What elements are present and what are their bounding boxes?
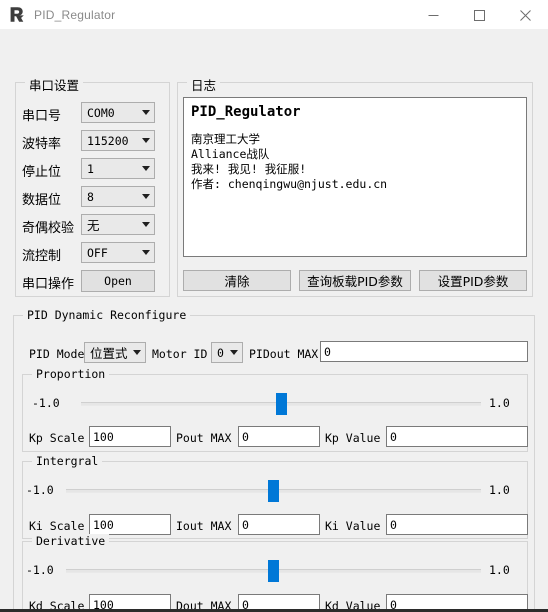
stop-bits-select[interactable]: 1 xyxy=(81,158,155,179)
ki-value-label: Ki Value xyxy=(325,519,381,533)
serial-action-label: 串口操作 xyxy=(22,277,75,292)
pid-mode-select[interactable]: 位置式 xyxy=(84,342,146,363)
derivative-slider-max-label: 1.0 xyxy=(489,563,510,577)
client-area: 串口设置 串口号 波特率 停止位 数据位 奇偶校验 流控制 串口操作 COM0 … xyxy=(0,30,548,612)
proportion-slider-max-label: 1.0 xyxy=(489,396,510,410)
chevron-down-icon xyxy=(138,243,154,262)
parity-label: 奇偶校验 xyxy=(22,221,75,236)
minimize-icon[interactable] xyxy=(410,0,456,30)
serial-port-value: COM0 xyxy=(87,105,115,120)
kp-scale-label: Kp Scale xyxy=(29,431,85,445)
iout-max-label: Iout MAX xyxy=(176,519,232,533)
serial-port-select[interactable]: COM0 xyxy=(81,102,155,123)
pout-max-input[interactable]: 0 xyxy=(238,426,320,447)
pid-reconfigure-title: PID Dynamic Reconfigure xyxy=(23,308,191,322)
kp-value-label: Kp Value xyxy=(325,431,381,445)
flow-control-value: OFF xyxy=(87,245,108,260)
data-bits-select[interactable]: 8 xyxy=(81,186,155,207)
data-bits-value: 8 xyxy=(87,189,94,204)
query-onboard-pid-button[interactable]: 查询板载PID参数 xyxy=(299,270,411,291)
log-spacer xyxy=(191,121,519,132)
pout-max-label: Pout MAX xyxy=(176,431,232,445)
proportion-slider-min-label: -1.0 xyxy=(32,396,60,410)
ki-value-input[interactable]: 0 xyxy=(386,514,528,535)
proportion-slider[interactable] xyxy=(81,393,481,415)
maximize-icon[interactable] xyxy=(456,0,502,30)
ki-scale-label: Ki Scale xyxy=(29,519,85,533)
derivative-title: Derivative xyxy=(32,534,110,548)
log-heading: PID_Regulator xyxy=(191,104,301,120)
clear-log-button[interactable]: 清除 xyxy=(183,270,291,291)
log-line-4: 作者: chenqingwu@njust.edu.cn xyxy=(191,177,388,191)
log-textarea[interactable]: PID_Regulator 南京理工大学 Alliance战队 我来! 我见! … xyxy=(183,97,527,257)
open-port-button[interactable]: Open xyxy=(81,270,155,292)
iout-max-input[interactable]: 0 xyxy=(238,514,320,535)
intergral-title: Intergral xyxy=(32,454,103,468)
motor-id-label: Motor ID xyxy=(152,347,208,361)
parity-select[interactable]: 无 xyxy=(81,214,155,235)
flow-control-select[interactable]: OFF xyxy=(81,242,155,263)
motor-id-value: 0 xyxy=(217,345,224,360)
chevron-down-icon xyxy=(129,343,145,362)
serial-settings-title: 串口设置 xyxy=(25,75,84,94)
log-line-1: 南京理工大学 xyxy=(191,132,260,146)
kp-scale-input[interactable]: 100 xyxy=(89,426,171,447)
close-icon[interactable] xyxy=(502,0,548,30)
proportion-slider-handle[interactable] xyxy=(275,393,287,415)
derivative-slider[interactable] xyxy=(66,560,481,582)
window-controls xyxy=(410,0,548,30)
chevron-down-icon xyxy=(226,343,242,362)
pid-mode-value: 位置式 xyxy=(90,346,128,361)
log-line-2: Alliance战队 xyxy=(191,147,270,161)
intergral-slider-min-label: -1.0 xyxy=(26,483,54,497)
baud-rate-value: 115200 xyxy=(87,133,129,148)
motor-id-select[interactable]: 0 xyxy=(211,342,243,363)
serial-port-label: 串口号 xyxy=(22,109,62,124)
baud-rate-label: 波特率 xyxy=(22,137,62,152)
log-line-3: 我来! 我见! 我征服! xyxy=(191,162,307,176)
derivative-slider-min-label: -1.0 xyxy=(26,563,54,577)
set-pid-params-button[interactable]: 设置PID参数 xyxy=(419,270,527,291)
ki-scale-input[interactable]: 100 xyxy=(89,514,171,535)
stop-bits-value: 1 xyxy=(87,161,94,176)
window-titlebar: PID_Regulator xyxy=(0,0,548,30)
chevron-down-icon xyxy=(138,159,154,178)
stop-bits-label: 停止位 xyxy=(22,165,62,180)
chevron-down-icon xyxy=(138,103,154,122)
app-logo-r-icon xyxy=(6,4,28,26)
intergral-slider[interactable] xyxy=(66,480,481,502)
chevron-down-icon xyxy=(138,215,154,234)
intergral-slider-max-label: 1.0 xyxy=(489,483,510,497)
kp-value-input[interactable]: 0 xyxy=(386,426,528,447)
window-title: PID_Regulator xyxy=(34,7,116,22)
intergral-slider-handle[interactable] xyxy=(268,480,279,502)
data-bits-label: 数据位 xyxy=(22,193,62,208)
log-group-title: 日志 xyxy=(187,75,221,94)
pidout-max-input[interactable]: 0 xyxy=(320,341,528,362)
baud-rate-select[interactable]: 115200 xyxy=(81,130,155,151)
pid-mode-label: PID Mode xyxy=(29,347,85,361)
flow-control-label: 流控制 xyxy=(22,249,62,264)
chevron-down-icon xyxy=(138,131,154,150)
chevron-down-icon xyxy=(138,187,154,206)
pidout-max-label: PIDout MAX xyxy=(249,347,319,361)
derivative-slider-handle[interactable] xyxy=(268,560,279,582)
parity-value: 无 xyxy=(87,218,100,233)
proportion-title: Proportion xyxy=(32,367,110,381)
